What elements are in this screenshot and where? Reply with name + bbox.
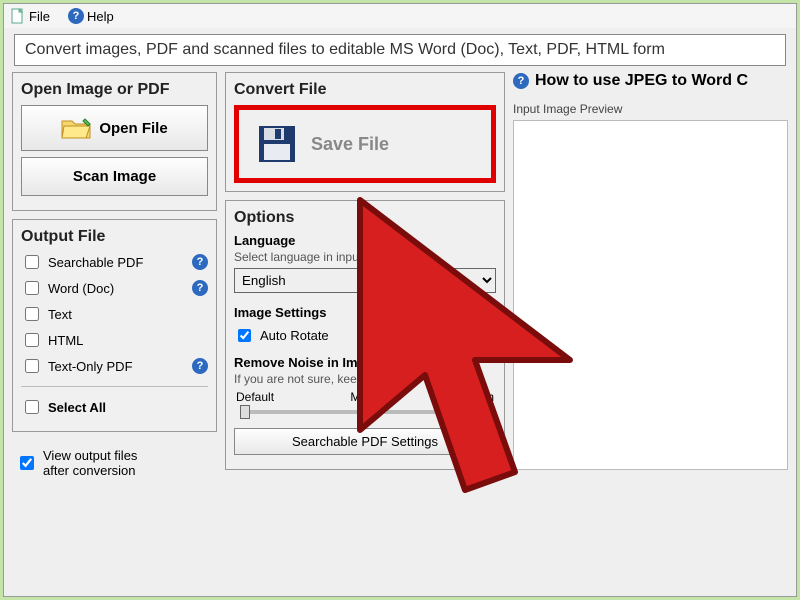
slider-hi: High bbox=[469, 390, 494, 404]
open-image-title: Open Image or PDF bbox=[21, 81, 208, 99]
howto-link[interactable]: ? How to use JPEG to Word C bbox=[513, 72, 788, 90]
opt-text-only-pdf-label: Text-Only PDF bbox=[48, 359, 133, 374]
opt-text[interactable]: Text bbox=[21, 304, 208, 324]
convert-file-title: Convert File bbox=[234, 81, 496, 99]
scan-image-label: Scan Image bbox=[73, 168, 156, 185]
slider-mid: Medium bbox=[350, 390, 393, 404]
menu-help-label: Help bbox=[87, 9, 114, 24]
auto-rotate-label: Auto Rotate bbox=[260, 328, 329, 343]
convert-file-group: Convert File Save File bbox=[225, 72, 505, 192]
checkbox-html[interactable] bbox=[25, 333, 39, 347]
menu-help[interactable]: ? Help bbox=[68, 8, 114, 24]
help-icon: ? bbox=[68, 8, 84, 24]
opt-select-all-label: Select All bbox=[48, 400, 106, 415]
checkbox-searchable-pdf[interactable] bbox=[25, 255, 39, 269]
options-group: Options Language Select language in inpu… bbox=[225, 200, 505, 470]
save-file-label: Save File bbox=[311, 134, 389, 155]
slider-thumb[interactable] bbox=[240, 405, 250, 419]
help-icon: ? bbox=[513, 73, 529, 89]
output-file-group: Output File Searchable PDF ? Word (Doc) … bbox=[12, 219, 217, 432]
save-file-button[interactable]: Save File bbox=[234, 105, 496, 183]
searchable-pdf-settings-button[interactable]: Searchable PDF Settings bbox=[234, 428, 496, 455]
howto-label: How to use JPEG to Word C bbox=[535, 72, 748, 90]
file-icon bbox=[10, 8, 26, 24]
menubar: File ? Help bbox=[4, 4, 796, 28]
noise-slider[interactable]: Default Medium High bbox=[234, 390, 496, 414]
output-file-title: Output File bbox=[21, 228, 208, 246]
slider-lo: Default bbox=[236, 390, 274, 404]
checkbox-text-only-pdf[interactable] bbox=[25, 359, 39, 373]
checkbox-view-output[interactable] bbox=[20, 456, 34, 470]
checkbox-text[interactable] bbox=[25, 307, 39, 321]
opt-searchable-pdf-label: Searchable PDF bbox=[48, 255, 143, 270]
opt-word-doc-label: Word (Doc) bbox=[48, 281, 114, 296]
opt-select-all[interactable]: Select All bbox=[21, 397, 208, 417]
opt-html-label: HTML bbox=[48, 333, 83, 348]
language-hint: Select language in input file bbox=[234, 250, 496, 264]
help-icon[interactable]: ? bbox=[192, 280, 208, 296]
language-select[interactable]: English bbox=[234, 268, 496, 293]
checkbox-select-all[interactable] bbox=[25, 400, 39, 414]
help-icon[interactable]: ? bbox=[192, 254, 208, 270]
folder-icon bbox=[61, 116, 91, 140]
view-output-label: View output files after conversion bbox=[43, 448, 137, 478]
opt-searchable-pdf[interactable]: Searchable PDF ? bbox=[21, 252, 208, 272]
preview-panel bbox=[513, 120, 788, 470]
checkbox-auto-rotate[interactable] bbox=[238, 329, 251, 342]
checkbox-deskew[interactable] bbox=[375, 329, 388, 342]
opt-word-doc[interactable]: Word (Doc) ? bbox=[21, 278, 208, 298]
opt-text-label: Text bbox=[48, 307, 72, 322]
open-file-button[interactable]: Open File bbox=[21, 105, 208, 151]
description-banner: Convert images, PDF and scanned files to… bbox=[14, 34, 786, 66]
floppy-icon bbox=[257, 124, 297, 164]
view-output-row[interactable]: View output files after conversion bbox=[12, 446, 217, 480]
open-image-group: Open Image or PDF Open File Scan Image bbox=[12, 72, 217, 211]
image-settings-head: Image Settings bbox=[234, 305, 496, 320]
opt-html[interactable]: HTML bbox=[21, 330, 208, 350]
options-title: Options bbox=[234, 209, 496, 227]
menu-file-label: File bbox=[29, 9, 50, 24]
menu-file[interactable]: File bbox=[10, 8, 50, 24]
help-icon[interactable]: ? bbox=[192, 358, 208, 374]
noise-hint: If you are not sure, keep it as "defa bbox=[234, 372, 496, 386]
open-file-label: Open File bbox=[99, 120, 167, 137]
language-head: Language bbox=[234, 233, 496, 248]
deskew-label: Desk bbox=[397, 328, 427, 343]
opt-text-only-pdf[interactable]: Text-Only PDF ? bbox=[21, 356, 208, 376]
noise-head: Remove Noise in Image bbox=[234, 355, 496, 370]
checkbox-word-doc[interactable] bbox=[25, 281, 39, 295]
scan-image-button[interactable]: Scan Image bbox=[21, 157, 208, 196]
searchable-pdf-settings-label: Searchable PDF Settings bbox=[292, 434, 438, 449]
preview-label: Input Image Preview bbox=[513, 102, 788, 116]
